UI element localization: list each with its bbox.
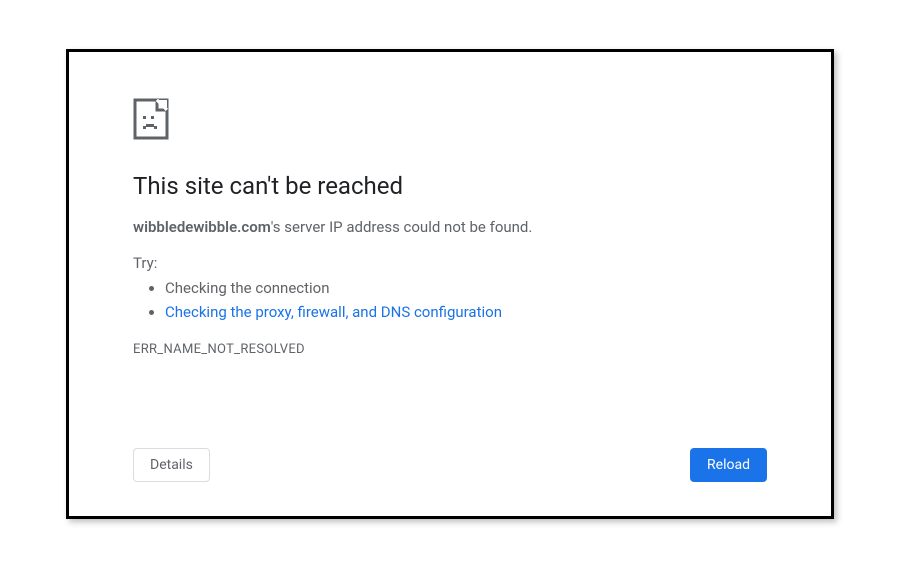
reload-button[interactable]: Reload xyxy=(690,448,767,482)
sad-page-icon xyxy=(133,98,169,140)
proxy-firewall-dns-link[interactable]: Checking the proxy, firewall, and DNS co… xyxy=(165,303,502,321)
error-code: ERR_NAME_NOT_RESOLVED xyxy=(133,342,767,357)
try-label: Try: xyxy=(133,254,767,272)
suggestion-check-connection: Checking the connection xyxy=(165,276,767,300)
details-button[interactable]: Details xyxy=(133,448,210,482)
button-row: Details Reload xyxy=(133,448,767,482)
error-page-frame: This site can't be reached wibbledewibbl… xyxy=(66,49,834,519)
error-message-suffix: 's server IP address could not be found. xyxy=(271,218,533,236)
error-heading: This site can't be reached xyxy=(133,172,767,200)
error-subtext: wibbledewibble.com's server IP address c… xyxy=(133,218,767,236)
error-domain: wibbledewibble.com xyxy=(133,218,271,236)
suggestions-list: Checking the connection Checking the pro… xyxy=(133,276,767,324)
suggestion-check-proxy: Checking the proxy, firewall, and DNS co… xyxy=(165,300,767,324)
